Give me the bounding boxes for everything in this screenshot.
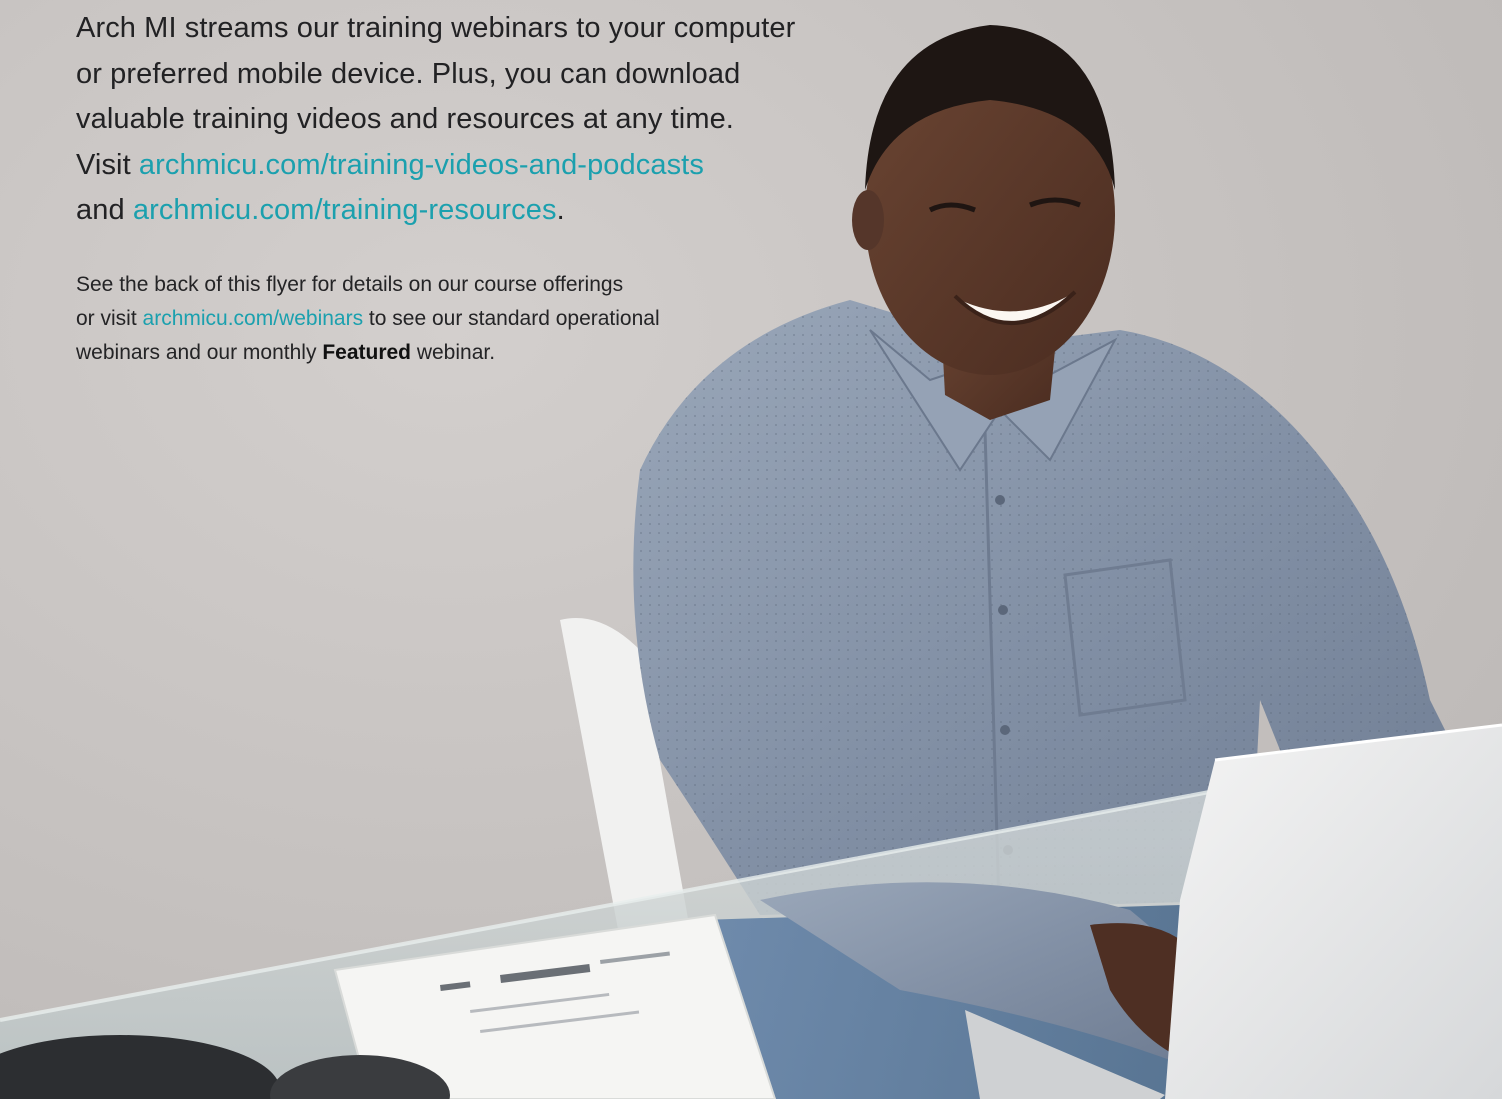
lead-line: or preferred mobile device. Plus, you ca… (76, 57, 741, 90)
training-resources-link[interactable]: archmicu.com/training-resources (133, 194, 557, 226)
flyer-copy: Arch MI streams our training webinars to… (76, 0, 866, 370)
lead-line-visit: Visit archmicu.com/training-videos-and-p… (76, 143, 866, 189)
lead-line-and: and archmicu.com/training-resources. (76, 188, 866, 234)
note-paragraph: See the back of this flyer for details o… (76, 268, 866, 370)
webinars-link[interactable]: archmicu.com/webinars (143, 307, 364, 330)
or-visit-prefix: or visit (76, 306, 143, 330)
note-line: See the back of this flyer for details o… (76, 272, 624, 296)
webinars-prefix: webinars and our monthly (76, 340, 323, 364)
featured-label: Featured (322, 340, 411, 364)
lead-paragraph: Arch MI streams our training webinars to… (76, 0, 866, 234)
note-line-visit: or visit archmicu.com/webinars to see ou… (76, 302, 866, 336)
training-videos-link[interactable]: archmicu.com/training-videos-and-podcast… (139, 149, 704, 181)
webinar-suffix: webinar. (411, 340, 496, 364)
period: . (556, 194, 565, 226)
note-line-featured: webinars and our monthly Featured webina… (76, 336, 866, 370)
laptop (1165, 725, 1502, 1099)
lead-line: Arch MI streams our training webinars to… (76, 12, 796, 44)
and-prefix: and (76, 194, 133, 226)
note-suffix: to see our standard operational (363, 306, 660, 330)
lead-line: valuable training videos and resources a… (76, 103, 734, 135)
visit-prefix: Visit (76, 148, 139, 181)
